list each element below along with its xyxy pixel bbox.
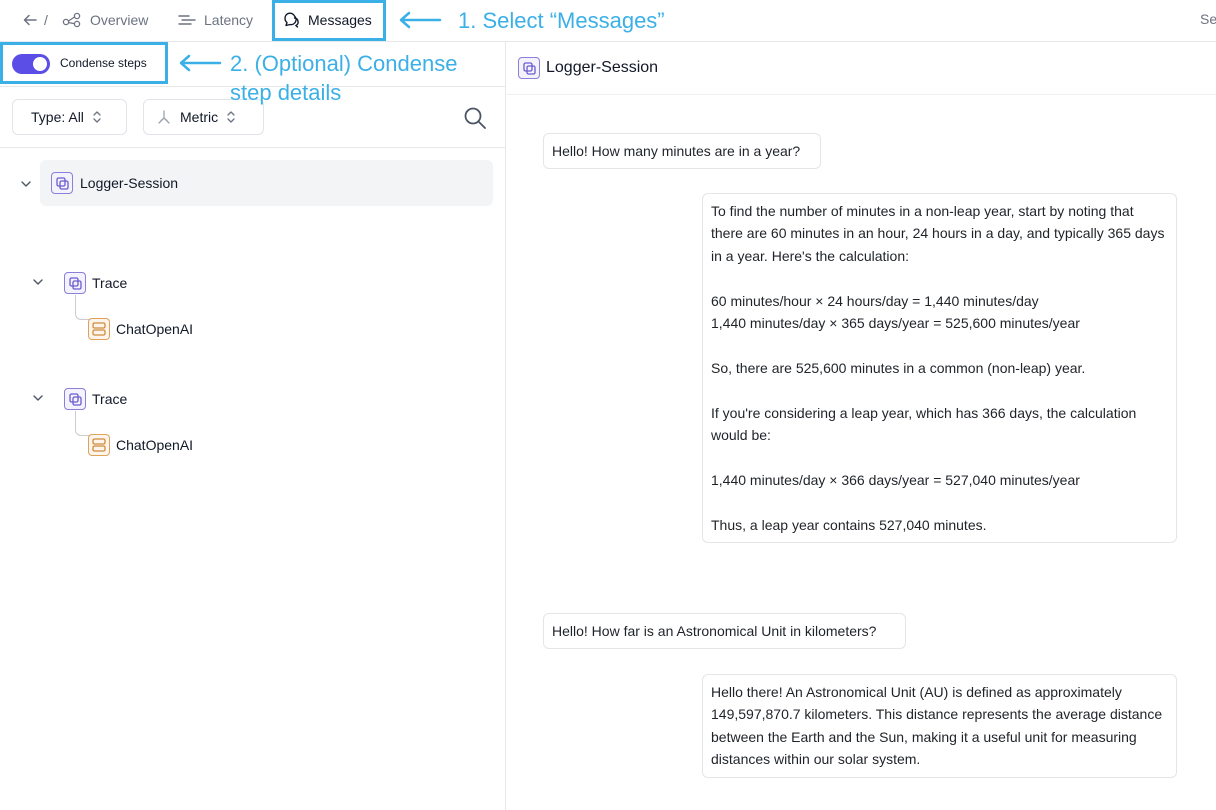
chat-icon <box>284 12 299 28</box>
tree-connector <box>75 295 97 320</box>
condense-steps-toggle[interactable] <box>12 54 50 74</box>
chevron-down-icon[interactable] <box>31 391 45 405</box>
chevron-updown-icon <box>227 111 235 123</box>
breadcrumb-separator: / <box>44 12 48 28</box>
back-button[interactable]: / <box>22 8 48 32</box>
trace-icon[interactable] <box>64 272 86 294</box>
annotation-step1: 1. Select “Messages” <box>458 8 665 33</box>
user-message: Hello! How far is an Astronomical Unit i… <box>543 613 906 650</box>
messages-title: Logger-Session <box>546 59 659 76</box>
llm-icon[interactable] <box>88 434 110 456</box>
session-icon <box>518 57 540 79</box>
tab-latency-label: Latency <box>204 12 254 28</box>
assistant-message: To find the number of minutes in a non-l… <box>702 193 1177 544</box>
metric-icon <box>158 110 170 124</box>
message-text: Hello there! An Astronomical Unit (AU) i… <box>711 684 1163 768</box>
annotation-step2-line2: step details <box>230 80 342 105</box>
nodes-icon <box>62 12 81 28</box>
left-panel: Condense steps Type: All Metric Logger-S… <box>0 42 506 810</box>
arrow-left-icon <box>179 54 222 72</box>
arrow-left-icon <box>23 14 37 26</box>
tab-overview[interactable]: Overview <box>62 6 148 34</box>
message-text: Hello! How far is an Astronomical Unit i… <box>552 623 877 639</box>
type-filter-select[interactable]: Type: All <box>12 99 127 135</box>
chevron-down-icon[interactable] <box>31 275 45 289</box>
tree-node-chatopenai-2[interactable]: ChatOpenAI <box>116 437 193 453</box>
chevron-down-icon[interactable] <box>19 177 33 191</box>
tab-overview-label: Overview <box>90 12 149 28</box>
arrow-left-icon <box>399 11 442 29</box>
llm-icon[interactable] <box>88 318 110 340</box>
tree-node-logger-session[interactable]: Logger-Session <box>40 160 493 206</box>
toggle-knob <box>33 57 47 71</box>
type-filter-value: Type: All <box>31 109 84 125</box>
annotation-step2-line1: 2. (Optional) Condense <box>230 51 458 76</box>
messages-panel: Logger-Session Hello! How many minutes a… <box>507 42 1216 810</box>
chevron-updown-icon <box>93 111 101 123</box>
bars-icon <box>178 15 196 25</box>
messages-header: Logger-Session <box>507 42 1216 95</box>
user-message: Hello! How many minutes are in a year? <box>543 133 821 170</box>
message-text: Hello! How many minutes are in a year? <box>552 143 801 159</box>
tree-node-trace-2[interactable]: Trace <box>92 391 127 407</box>
search-icon[interactable] <box>462 105 488 131</box>
tree-connector <box>75 411 97 436</box>
condense-steps-label: Condense steps <box>60 56 147 70</box>
session-icon <box>51 172 73 194</box>
tree-node-trace-1[interactable]: Trace <box>92 275 127 291</box>
tree-root-label: Logger-Session <box>80 175 179 191</box>
message-text: To find the number of minutes in a non-l… <box>711 203 1165 533</box>
tab-latency[interactable]: Latency <box>178 6 253 34</box>
metric-filter-value: Metric <box>180 109 219 125</box>
annotation-step2: 2. (Optional) Condense step details <box>230 49 457 107</box>
assistant-message: Hello there! An Astronomical Unit (AU) i… <box>702 674 1177 778</box>
tab-messages-label: Messages <box>308 12 372 28</box>
trace-icon[interactable] <box>64 388 86 410</box>
nav-overflow-text: Se <box>1200 11 1216 27</box>
tree-node-chatopenai-1[interactable]: ChatOpenAI <box>116 321 193 337</box>
tab-messages[interactable]: Messages <box>282 6 372 34</box>
